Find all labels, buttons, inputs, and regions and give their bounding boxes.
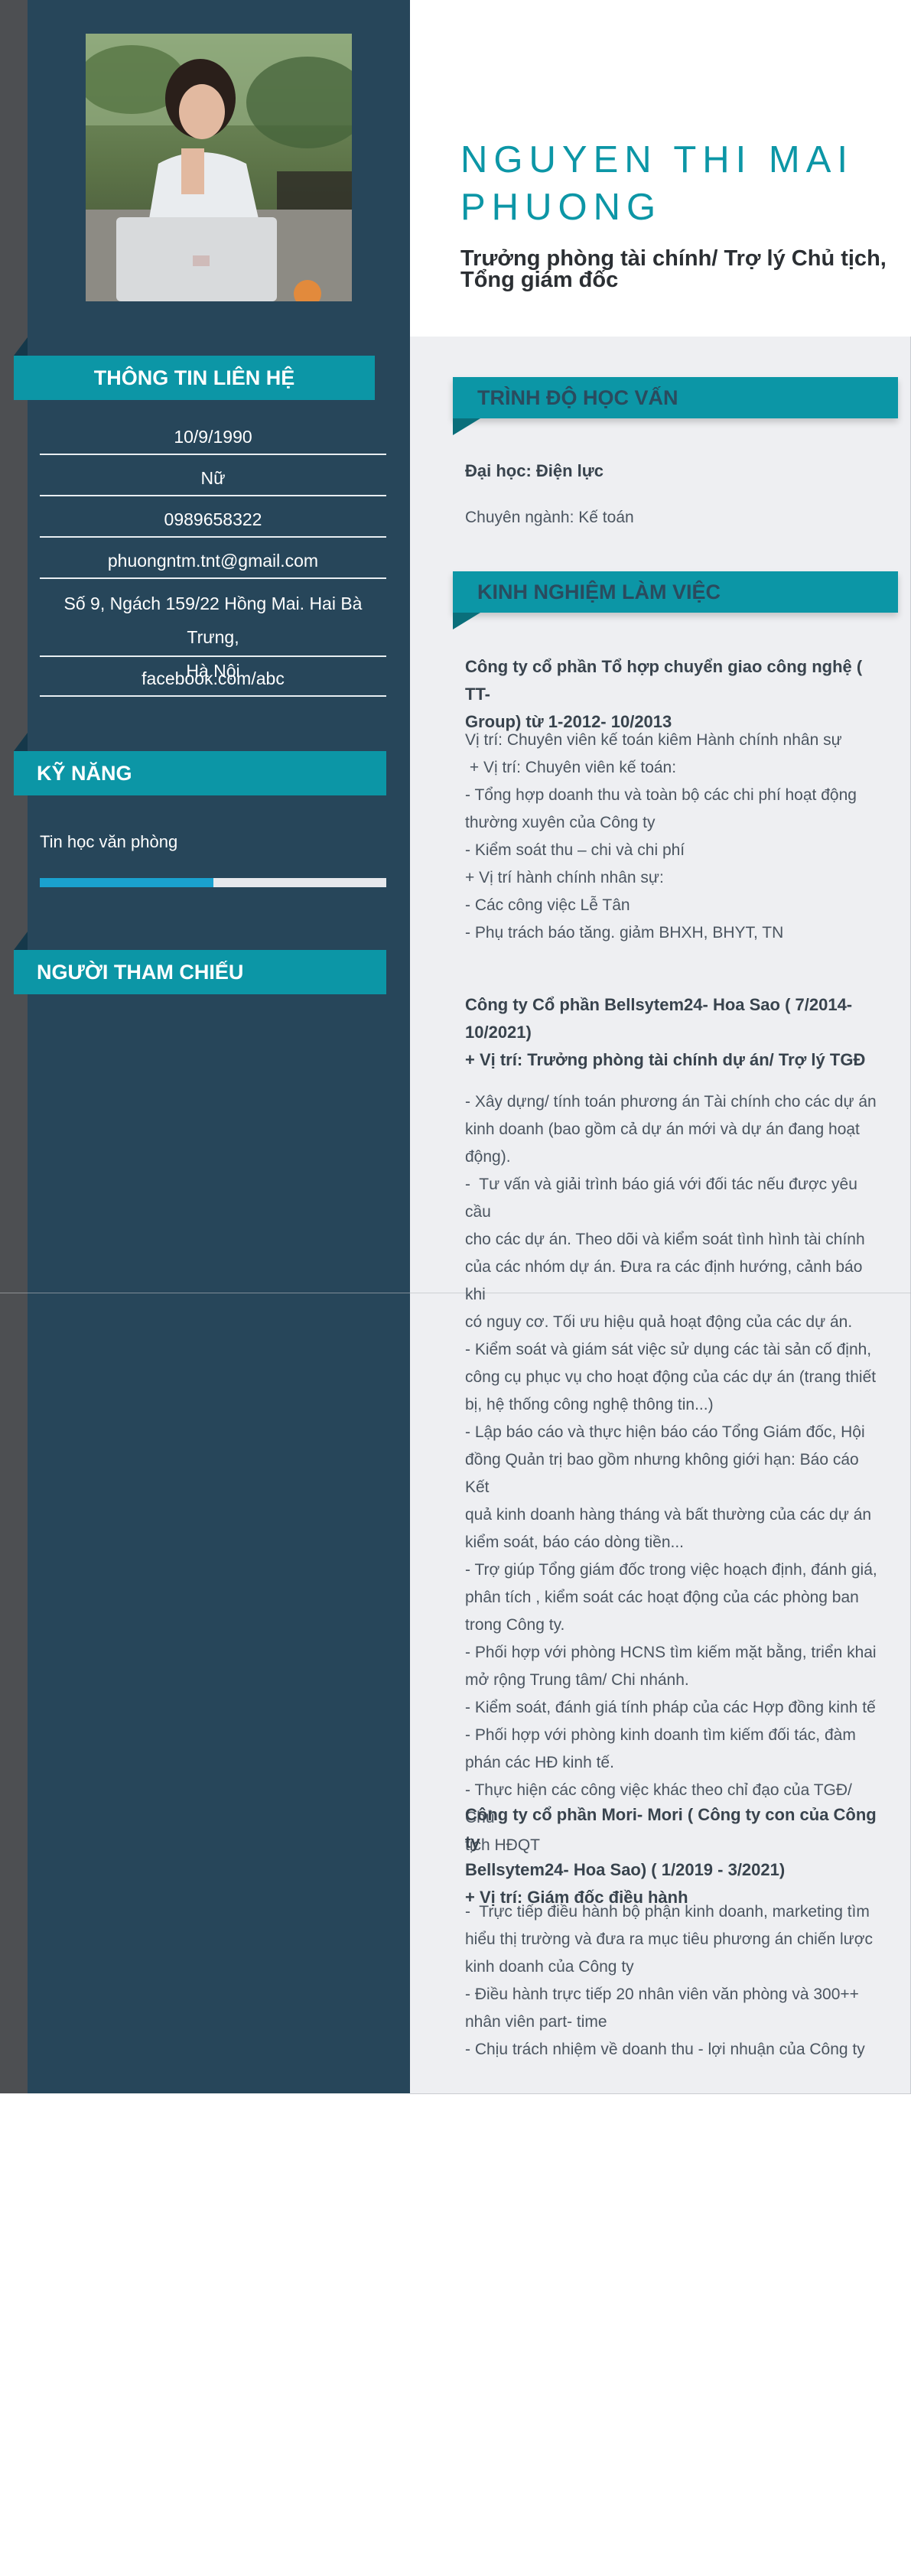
company-line: Công ty cổ phần Tổ hợp chuyển giao công … [465,657,867,704]
detail-line: - Các công việc Lễ Tân [465,896,630,914]
divider [40,536,386,538]
divider [40,454,386,455]
name-line-2: PHUONG [460,187,662,228]
company-position: + Vị trí: Trưởng phòng tài chính dự án/ … [465,1050,866,1069]
references-heading-label: NGƯỜI THAM CHIẾU [37,960,244,984]
contact-gender: Nữ [200,468,226,488]
detail-line: - Lập báo cáo và thực hiện báo cáo Tổng … [465,1423,865,1441]
job-1-details: Vị trí: Chuyên viên kế toán kiêm Hành ch… [465,727,884,947]
company-line: Bellsytem24- Hoa Sao) ( 1/2019 - 3/2021) [465,1860,786,1879]
ribbon-fold [14,932,28,950]
profile-photo [86,34,352,301]
detail-line: hiểu thị trường và đưa ra mục tiêu phươn… [465,1930,873,1948]
job-3-details: - Trực tiếp điều hành bộ phận kinh doanh… [465,1898,884,2064]
detail-line: quả kinh doanh hàng tháng và bất thường … [465,1506,872,1524]
skill-level-bar [40,878,386,887]
detail-line: - Điều hành trực tiếp 20 nhân viên văn p… [465,1986,859,2003]
detail-line: kinh doanh của Công ty [465,1958,634,1976]
detail-line: mở rộng Trung tâm/ Chi nhánh. [465,1671,689,1689]
detail-line: công cụ phục vụ cho hoạt động của các dự… [465,1368,877,1386]
contact-heading: THÔNG TIN LIÊN HỆ [14,337,375,400]
detail-line: phân tích , kiểm soát các hoạt động của … [465,1589,859,1606]
skills-heading-label: KỸ NĂNG [37,761,132,785]
detail-line: phán các HĐ kinh tế. [465,1754,614,1771]
detail-line: - Trực tiếp điều hành bộ phận kinh doanh… [465,1903,870,1921]
candidate-name: NGUYEN THI MAI PHUONG [460,136,889,231]
contact-website: facebook.com/abc [142,668,285,688]
detail-line: nhân viên part- time [465,2013,607,2031]
name-line-1: NGUYEN THI MAI [460,139,854,181]
address-line-1: Số 9, Ngách 159/22 Hồng Mai. Hai Bà Trưn… [63,594,363,647]
education-school: Đại học: Điện lực [465,461,604,480]
detail-line: - Phụ trách báo tăng. giảm BHXH, BHYT, T… [465,924,784,942]
education-heading: TRÌNH ĐỘ HỌC VẤN [453,377,898,435]
detail-line: - Chịu trách nhiệm về doanh thu - lợi nh… [465,2041,865,2058]
skills-heading: KỸ NĂNG [14,733,386,795]
job-title: Trưởng phòng tài chính/ Trợ lý Chủ tịch,… [460,246,887,292]
detail-line: bị, hệ thống công nghệ thông tin...) [465,1396,714,1413]
ribbon-fold [453,613,480,629]
job-1-company: Công ty cổ phần Tổ hợp chuyển giao công … [465,653,884,736]
detail-line: + Vị trí hành chính nhân sự: [465,869,664,886]
contact-email: phuongntm.tnt@gmail.com [107,551,319,571]
detail-line: - Phối hợp với phòng HCNS tìm kiếm mặt b… [465,1644,877,1661]
detail-line: đồng Quản trị bao gồm nhưng không giới h… [465,1451,864,1496]
detail-line: kinh doanh (bao gồm cả dự án mới và dự á… [465,1120,860,1138]
education-major: Chuyên ngành: Kế toán [465,509,634,526]
company-line: Công ty Cổ phần Bellsytem24- Hoa Sao ( 7… [465,995,853,1014]
detail-line: có nguy cơ. Tối ưu hiệu quả hoạt động củ… [465,1313,853,1331]
job-2-details: - Xây dựng/ tính toán phương án Tài chín… [465,1088,884,1859]
ribbon-fold [453,418,480,435]
company-line: Công ty cổ phần Mori- Mori ( Công ty con… [465,1805,881,1852]
experience-heading-label: KINH NGHIỆM LÀM VIỆC [477,580,721,603]
detail-line: - Xây dựng/ tính toán phương án Tài chín… [465,1093,877,1111]
detail-line: - Kiểm soát thu – chi và chi phí [465,841,685,859]
ribbon-fold [14,733,28,751]
detail-line: thường xuyên của Công ty [465,814,656,831]
references-heading: NGƯỜI THAM CHIẾU [14,932,386,994]
divider [40,695,386,697]
contact-heading-label: THÔNG TIN LIÊN HỆ [93,366,295,389]
detail-line: - Trợ giúp Tổng giám đốc trong việc hoạc… [465,1561,877,1579]
job-2-company: Công ty Cổ phần Bellsytem24- Hoa Sao ( 7… [465,991,884,1074]
detail-line: - Tư vấn và giải trình báo giá với đối t… [465,1176,862,1221]
detail-line: - Phối hợp với phòng kinh doanh tìm kiếm… [465,1726,856,1744]
left-edge-strip [0,0,28,2093]
detail-line: Vị trí: Chuyên viên kế toán kiêm Hành ch… [465,731,842,749]
sidebar [28,0,410,2093]
company-line: 10/2021) [465,1023,532,1042]
job-3-company: Công ty cổ phần Mori- Mori ( Công ty con… [465,1801,884,1911]
divider [40,577,386,579]
contact-birthday: 10/9/1990 [174,427,252,447]
detail-line: - Tổng hợp doanh thu và toàn bộ các chi … [465,786,857,804]
ribbon-fold [14,337,28,356]
skill-level-fill [40,878,213,887]
detail-line: trong Công ty. [465,1616,565,1634]
divider [40,655,386,657]
detail-line: động). [465,1148,511,1166]
detail-line: cho các dự án. Theo dõi và kiểm soát tìn… [465,1231,865,1248]
experience-heading: KINH NGHIỆM LÀM VIỆC [453,571,898,629]
detail-line: của các nhóm dự án. Đưa ra các định hướn… [465,1258,867,1303]
detail-line: - Kiểm soát và giám sát việc sử dụng các… [465,1341,872,1358]
education-heading-label: TRÌNH ĐỘ HỌC VẤN [477,385,678,409]
detail-line: + Vị trí: Chuyên viên kế toán: [465,759,677,776]
contact-phone: 0989658322 [164,509,262,529]
detail-line: kiểm soát, báo cáo dòng tiền... [465,1534,685,1551]
divider [40,495,386,496]
skill-name: Tin học văn phòng [40,832,178,851]
detail-line: - Kiểm soát, đánh giá tính pháp của các … [465,1699,876,1716]
